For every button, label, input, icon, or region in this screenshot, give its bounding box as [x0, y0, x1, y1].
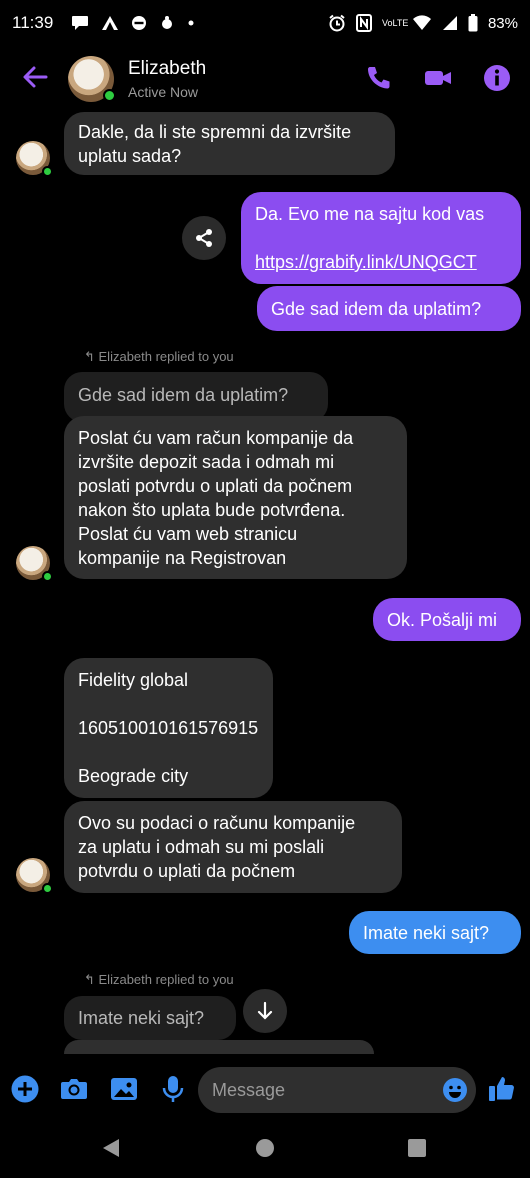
chat-header: Elizabeth Active Now: [0, 46, 530, 112]
reply-indicator: ↰ Elizabeth replied to you: [84, 972, 234, 988]
nfc-icon: [355, 14, 372, 32]
reply-indicator-text: Elizabeth replied to you: [98, 972, 234, 987]
alarm-icon: [329, 14, 345, 32]
battery-level: 83%: [487, 14, 518, 32]
incoming-message-partial: [64, 1040, 374, 1054]
dnd-icon: [132, 16, 147, 30]
share-icon: [196, 229, 212, 247]
message-text: Da. Evo me na sajtu kod vas: [255, 204, 485, 224]
message-input[interactable]: [198, 1067, 476, 1113]
chat-notification-icon: [72, 16, 89, 30]
wifi-icon: [412, 15, 431, 30]
online-indicator: [42, 571, 53, 582]
online-indicator: [42, 883, 53, 894]
contact-avatar[interactable]: [68, 56, 116, 102]
scroll-to-bottom-button[interactable]: [243, 989, 287, 1033]
battery-icon: [468, 14, 478, 32]
microphone-icon[interactable]: [158, 1074, 188, 1104]
back-arrow-icon[interactable]: [20, 62, 50, 92]
online-indicator: [42, 166, 53, 177]
quoted-message[interactable]: Gde sad idem da uplatim?: [64, 372, 328, 422]
message-composer: [0, 1058, 530, 1122]
nav-back-icon[interactable]: [99, 1136, 123, 1160]
incoming-message[interactable]: Ovo su podaci o računu kompanije za upla…: [64, 801, 402, 893]
online-indicator: [103, 89, 116, 102]
outgoing-message-link[interactable]: Da. Evo me na sajtu kod vas https://grab…: [241, 192, 521, 284]
sender-avatar[interactable]: [16, 546, 53, 582]
signal-icon: [442, 16, 457, 30]
reply-indicator-text: Elizabeth replied to you: [98, 349, 234, 364]
nav-home-icon[interactable]: [253, 1136, 277, 1160]
incoming-message[interactable]: Poslat ću vam račun kompanije da izvršit…: [64, 416, 407, 579]
quoted-message[interactable]: Imate neki sajt?: [64, 996, 236, 1040]
sender-avatar[interactable]: [16, 141, 53, 177]
app-a-icon: [102, 16, 119, 30]
thumbs-up-icon[interactable]: [487, 1074, 517, 1104]
plus-icon[interactable]: [10, 1074, 40, 1104]
contact-name[interactable]: Elizabeth: [128, 58, 206, 80]
sender-avatar[interactable]: [16, 858, 53, 894]
app-notification-icon: [162, 16, 173, 29]
gallery-icon[interactable]: [109, 1074, 139, 1104]
video-call-icon[interactable]: [424, 64, 452, 92]
outgoing-message[interactable]: Gde sad idem da uplatim?: [257, 286, 521, 331]
share-button[interactable]: [182, 216, 226, 260]
reply-arrow-icon: ↰: [84, 349, 99, 364]
nav-recents-icon[interactable]: [405, 1136, 429, 1160]
message-link[interactable]: https://grabify.link/UNQGCT: [255, 250, 507, 274]
incoming-message[interactable]: Dakle, da li ste spremni da izvršite upl…: [64, 112, 395, 175]
info-icon[interactable]: [483, 64, 511, 92]
outgoing-message[interactable]: Ok. Pošalji mi: [373, 598, 521, 641]
reply-arrow-icon: ↰: [84, 972, 99, 987]
incoming-message[interactable]: Fidelity global 160510010161576915 Beogr…: [64, 658, 273, 798]
phone-call-icon[interactable]: [364, 64, 392, 92]
camera-icon[interactable]: [59, 1074, 89, 1104]
arrow-down-icon: [257, 1001, 273, 1020]
more-notifications-dot: [188, 20, 194, 26]
system-nav-bar: [0, 1122, 530, 1178]
status-time: 11:39: [12, 13, 54, 32]
emoji-icon[interactable]: [442, 1077, 468, 1103]
outgoing-message[interactable]: Imate neki sajt?: [349, 911, 521, 954]
contact-status: Active Now: [128, 84, 199, 100]
volte-indicator: VoLTE: [381, 17, 409, 28]
reply-indicator: ↰ Elizabeth replied to you: [84, 349, 234, 365]
status-bar: 11:39 VoLTE 83%: [0, 0, 530, 46]
